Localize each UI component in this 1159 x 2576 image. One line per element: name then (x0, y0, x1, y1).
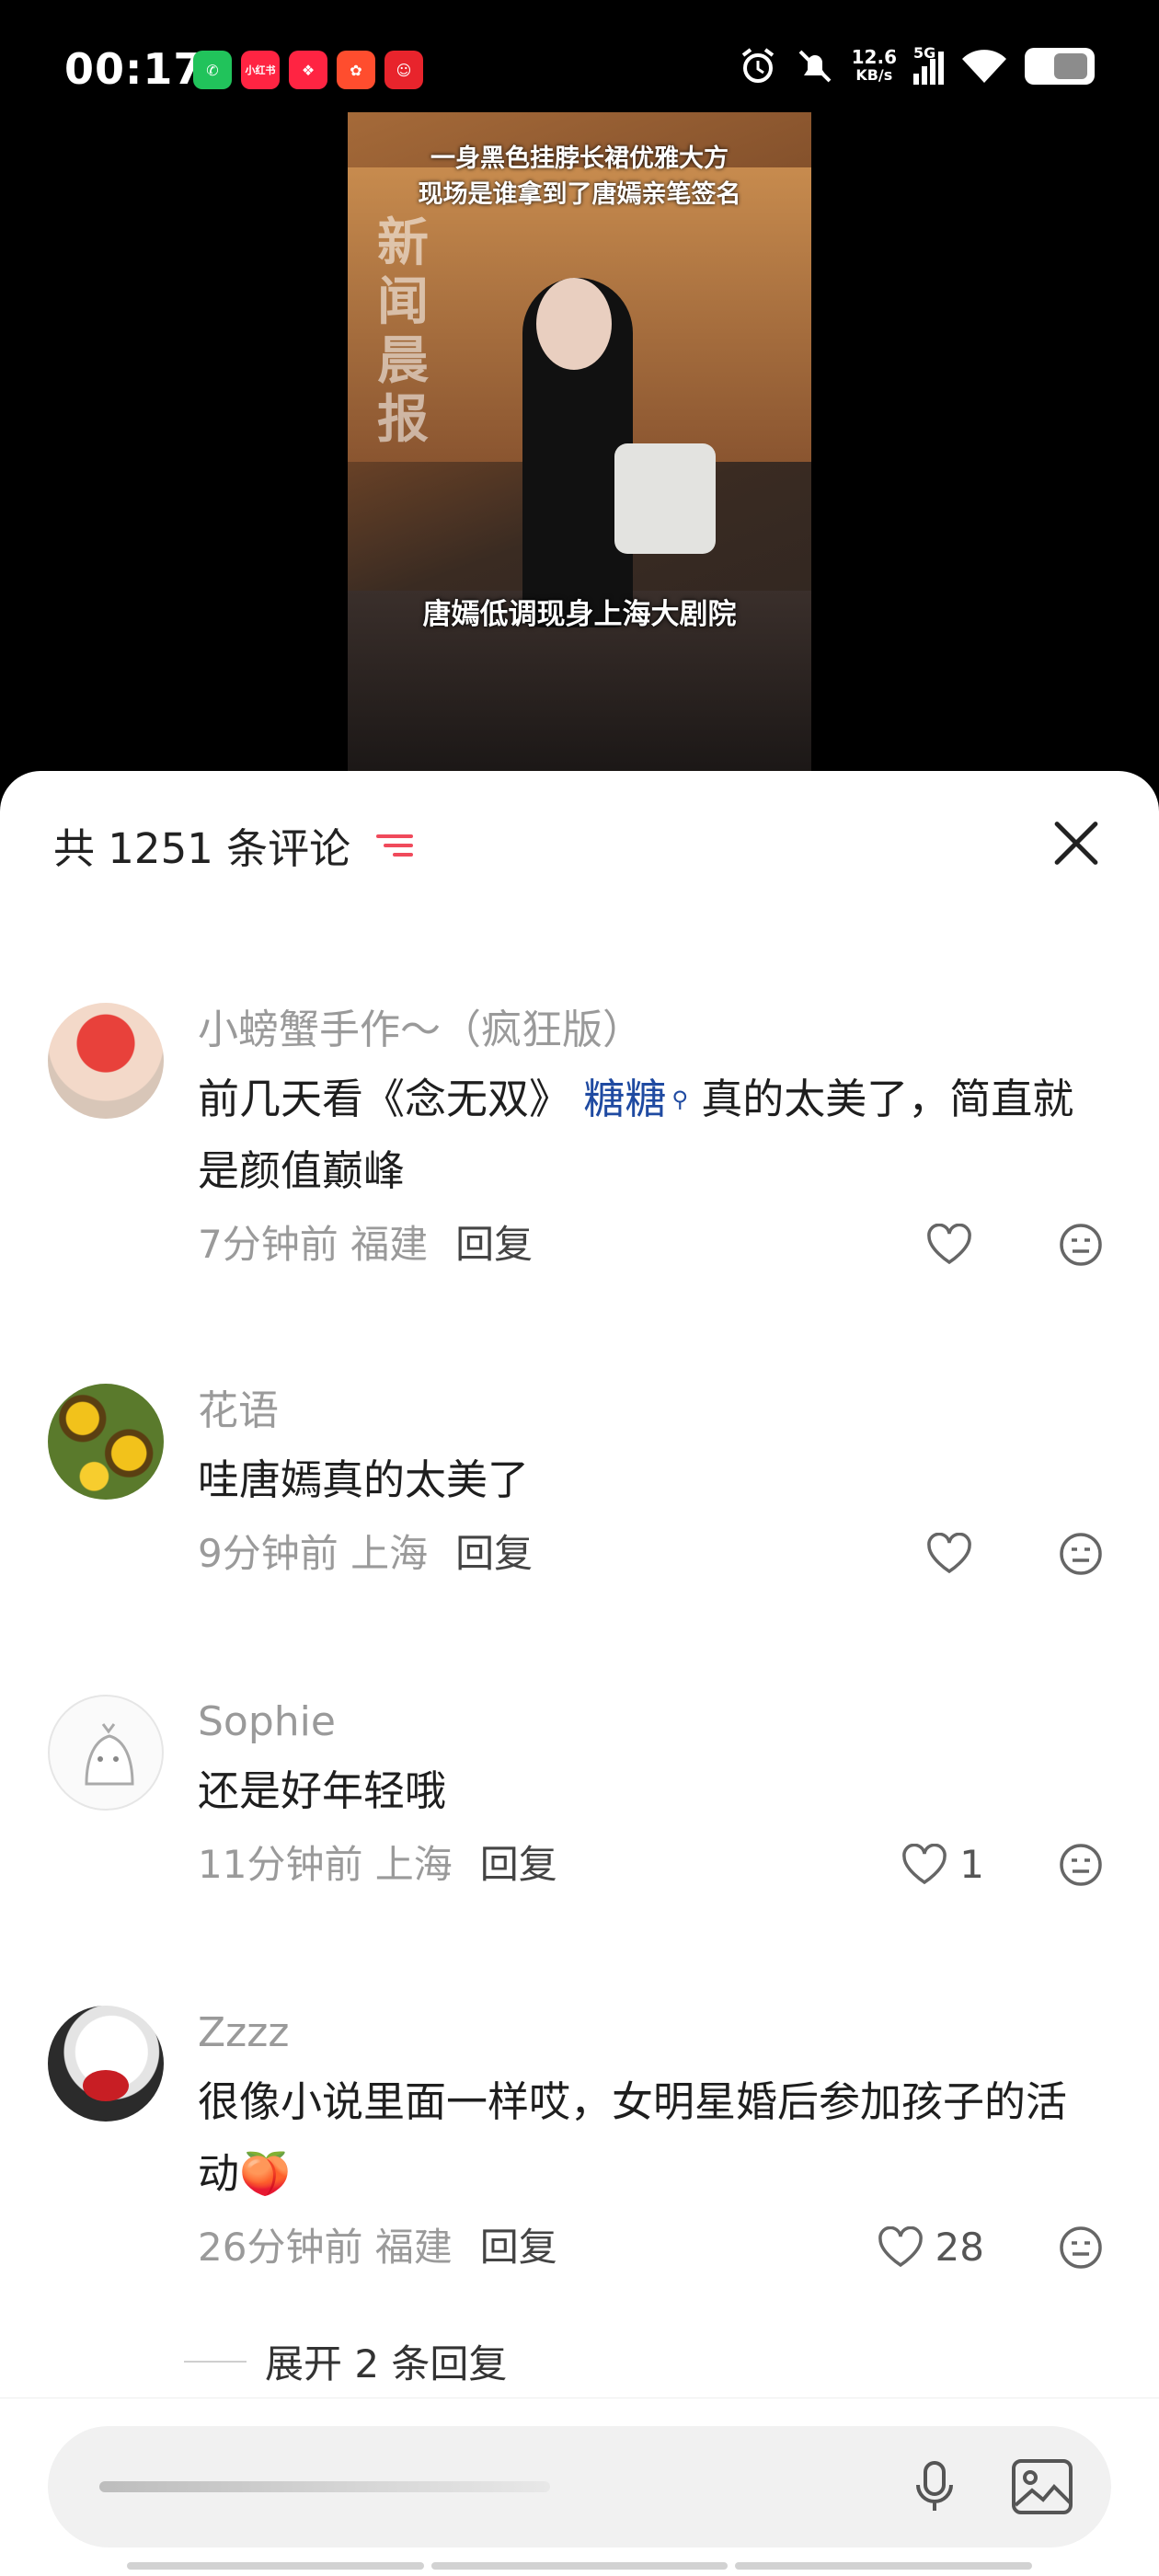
comment-meta: 11分钟前 上海 回复 1 (198, 1834, 1104, 1895)
comment-text: 哇唐嫣真的太美了 (198, 1455, 530, 1504)
comment-meta: 26分钟前 福建 回复 28 (198, 2217, 1104, 2278)
alarm-icon (741, 48, 774, 83)
close-icon[interactable] (1050, 817, 1102, 868)
video-caption: 唐嫣低调现身上海大剧院 (422, 598, 737, 631)
network-speed: 12.6 KB/s (851, 46, 897, 84)
comment-time-location: 11分钟前 上海 (198, 1842, 453, 1887)
avatar[interactable] (48, 1695, 164, 1811)
comment-input[interactable] (48, 2426, 1111, 2547)
comment-text: 还是好年轻哦 (198, 1766, 447, 1815)
reply-button[interactable]: 回复 (480, 2225, 557, 2270)
comment-username[interactable]: Zzzz (198, 2006, 1104, 2061)
heart-icon (902, 1844, 947, 1885)
comment-username[interactable]: 小螃蟹手作～（疯狂版） (198, 1003, 1104, 1058)
comments-panel: 共 1251 条评论 小螃蟹手作～（疯狂版） 前几天看《念无双》 糖糖 ⚲ 真的太… (0, 771, 1159, 2576)
heart-icon (927, 1533, 971, 1574)
app-notification-icon: ❖ (289, 51, 327, 89)
comment-text: 前几天看《念无双》 糖糖 ⚲ 真的太美了，简直就是颜值巅峰 (198, 1075, 1074, 1195)
microphone-icon[interactable] (905, 2457, 964, 2516)
like-count: 28 (935, 2225, 984, 2270)
comment-time-location: 9分钟前 上海 (198, 1531, 429, 1576)
avatar[interactable] (48, 1003, 164, 1119)
video-watermark: 新闻晨报 (377, 213, 429, 450)
reply-button[interactable]: 回复 (480, 1842, 557, 1887)
dislike-face-icon[interactable] (1058, 1842, 1104, 1888)
comment-time-location: 26分钟前 福建 (198, 2225, 453, 2270)
reply-button[interactable]: 回复 (455, 1222, 533, 1267)
expand-replies-button[interactable]: 展开 2 条回复 (184, 2333, 507, 2389)
expand-replies-label: 展开 2 条回复 (265, 2341, 508, 2386)
comment-username[interactable]: Sophie (198, 1695, 1104, 1750)
wifi-icon (962, 50, 1006, 83)
peach-emoji: 🍑 (239, 2149, 292, 2198)
notification-app-icons: ✆ 小红书 ❖ ✿ ☺ (193, 51, 423, 89)
reply-button[interactable]: 回复 (455, 1531, 533, 1576)
signal-icon: 5G (913, 44, 944, 85)
heart-icon (878, 2226, 923, 2268)
like-button[interactable]: 1 (901, 1834, 984, 1895)
comment-time-location: 7分钟前 福建 (198, 1222, 429, 1267)
gesture-bar (127, 2562, 1033, 2570)
comment-count: 共 1251 条评论 (53, 824, 351, 873)
comment-text: 很像小说里面一样哎，女明星婚后参加孩子的活动🍑 (198, 2077, 1068, 2198)
search-icon: ⚲ (671, 1087, 688, 1112)
avatar[interactable] (48, 2006, 164, 2122)
video-top-text: 一身黑色挂脖长裙优雅大方 现场是谁拿到了唐嫣亲笔签名 (418, 144, 741, 209)
status-bar: 00:17 ✆ 小红书 ❖ ✿ ☺ 12.6 KB/s 5G (0, 0, 1159, 110)
like-count: 1 (959, 1842, 984, 1887)
status-indicators: 12.6 KB/s 5G (738, 44, 1095, 86)
comment-input-bar (0, 2398, 1159, 2576)
comment-meta: 9分钟前 上海 回复 (198, 1524, 1104, 1584)
dislike-face-icon[interactable] (1058, 1531, 1104, 1577)
image-icon[interactable] (1010, 2457, 1074, 2516)
sort-filter-icon[interactable] (376, 831, 414, 860)
video-player[interactable]: 一身黑色挂脖长裙优雅大方 现场是谁拿到了唐嫣亲笔签名 新闻晨报 唐嫣低调现身上海… (348, 112, 811, 773)
heart-icon (927, 1224, 971, 1265)
wechat-icon: ✆ (193, 51, 232, 89)
like-button[interactable] (925, 1524, 984, 1584)
dislike-face-icon[interactable] (1058, 1222, 1104, 1268)
comment-username[interactable]: 花语 (198, 1384, 1104, 1439)
input-placeholder-blur (99, 2481, 550, 2492)
avatar[interactable] (48, 1384, 164, 1500)
like-button[interactable] (925, 1214, 984, 1275)
comment-meta: 7分钟前 福建 回复 (198, 1214, 1104, 1275)
comments-header: 共 1251 条评论 (53, 815, 414, 875)
app-notification-icon: ✿ (337, 51, 375, 89)
xiaohongshu-icon: 小红书 (241, 51, 280, 89)
battery-icon (1025, 48, 1095, 85)
status-time: 00:17 (64, 44, 204, 94)
like-button[interactable]: 28 (877, 2217, 984, 2278)
mute-bell-icon (798, 50, 832, 83)
app-notification-icon: ☺ (384, 51, 423, 89)
topic-tag-link[interactable]: 糖糖 ⚲ (570, 1075, 688, 1123)
dislike-face-icon[interactable] (1058, 2225, 1104, 2271)
